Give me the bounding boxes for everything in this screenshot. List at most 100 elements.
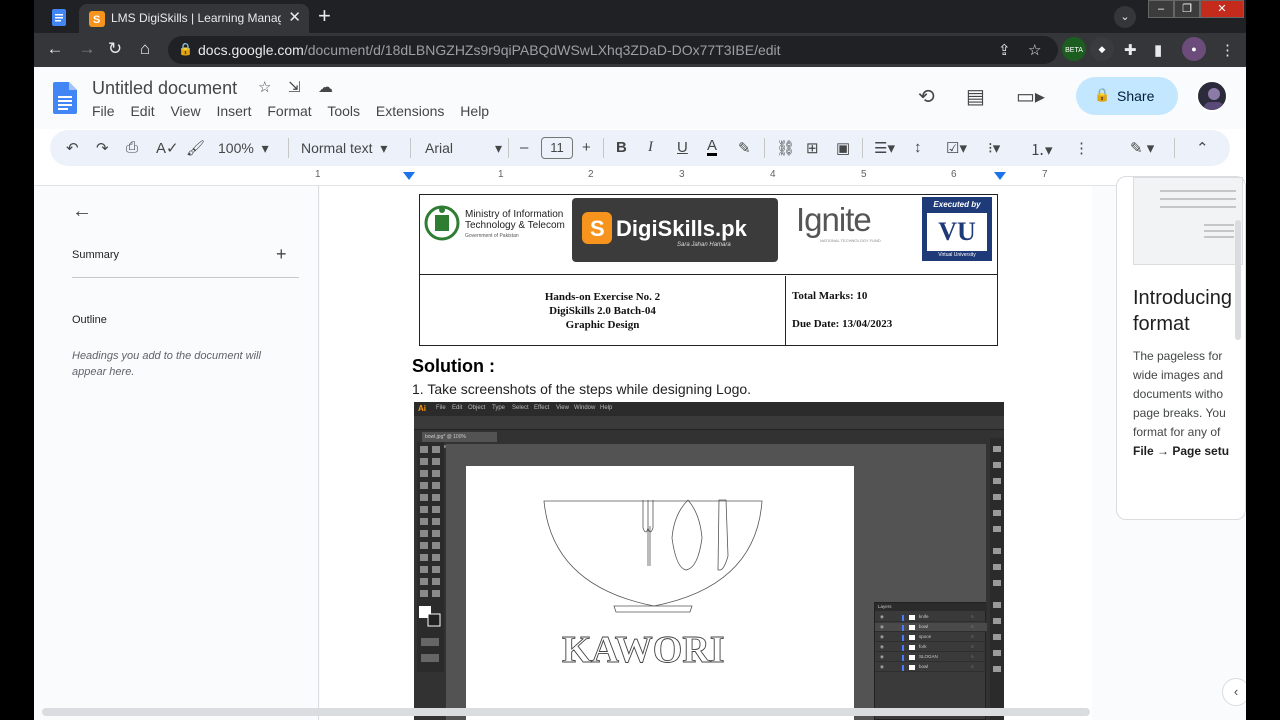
collapse-menus-icon[interactable]: ⌃ xyxy=(1196,139,1209,157)
editing-mode-icon[interactable]: ✎ ▾ xyxy=(1130,139,1154,157)
close-outline-arrow-icon[interactable]: ← xyxy=(72,200,92,223)
layer-color-swatch xyxy=(902,625,904,631)
paint-format-icon[interactable]: 🖌 xyxy=(186,139,205,157)
layers-panel-title: Layers xyxy=(875,603,987,611)
total-marks: Total Marks: 10 xyxy=(792,290,868,302)
numbered-list-icon[interactable]: ⒈▾ xyxy=(1030,139,1053,160)
menu-edit[interactable]: Edit xyxy=(130,103,154,119)
close-window-button[interactable]: ✕ xyxy=(1200,0,1244,18)
align-icon[interactable]: ☰▾ xyxy=(874,139,895,157)
document-page[interactable]: Ministry of Information Technology & Tel… xyxy=(320,186,1092,720)
ruler-number: 5 xyxy=(861,169,867,180)
star-icon[interactable]: ☆ xyxy=(258,78,271,96)
checklist-icon[interactable]: ☑▾ xyxy=(946,139,967,157)
increase-font-icon[interactable]: + xyxy=(582,139,591,156)
illustrator-screenshot[interactable]: Ai File Edit Object Type Select Effect V… xyxy=(414,402,1004,720)
font-size-input[interactable]: 11 xyxy=(541,137,573,159)
expand-side-panel-icon[interactable]: ‹ xyxy=(1222,678,1246,706)
cloud-saved-icon[interactable]: ☁ xyxy=(318,78,333,96)
font-select[interactable]: Arial ▾ xyxy=(425,140,502,157)
ai-layers-panel: Layers ◉ knife ○ ◉ bowl ○ ◉ spoon ○ ◉ fork ○ ◉ SL… xyxy=(874,602,987,720)
left-indent-marker[interactable] xyxy=(403,172,415,180)
browser-tab-active[interactable]: S LMS DigiSkills | Learning Manage ✕ xyxy=(79,4,309,33)
add-comment-icon[interactable]: ⊞ xyxy=(806,139,819,157)
style-select[interactable]: Normal text ▾ xyxy=(301,140,387,157)
ruler-number: 1 xyxy=(315,169,321,180)
ruler[interactable]: 1 1 2 3 4 5 6 7 xyxy=(34,168,1246,186)
spellcheck-icon[interactable]: A✓ xyxy=(156,139,179,157)
preview-lines xyxy=(1160,190,1236,238)
share-label: Share xyxy=(1117,88,1155,104)
ai-menu-item: File xyxy=(436,405,446,411)
insert-link-icon[interactable]: ⛓ xyxy=(776,139,795,157)
google-docs-logo-icon[interactable] xyxy=(53,82,77,114)
extension-color-icon[interactable]: ◆ xyxy=(1090,37,1114,61)
address-bar[interactable]: 🔒 docs.google.com/document/d/18dLBNGZHZs… xyxy=(168,36,1058,64)
bulleted-list-icon[interactable]: ⁝▾ xyxy=(988,139,1000,157)
undo-icon[interactable]: ↶ xyxy=(66,139,79,157)
bookmark-star-icon[interactable]: ☆ xyxy=(1028,41,1041,59)
menu-insert[interactable]: Insert xyxy=(216,103,251,119)
zoom-select[interactable]: 100% ▾ xyxy=(218,140,269,157)
underline-icon[interactable]: U xyxy=(677,139,688,156)
more-options-icon[interactable]: ⋮ xyxy=(1074,139,1089,157)
ai-tools-panel xyxy=(417,442,444,672)
reload-icon[interactable]: ↻ xyxy=(104,39,126,59)
home-icon[interactable]: ⌂ xyxy=(134,39,156,59)
ai-menu-item: Help xyxy=(600,405,613,411)
layer-color-swatch xyxy=(902,615,904,621)
docs-icon[interactable] xyxy=(42,6,78,28)
menu-format[interactable]: Format xyxy=(267,103,311,119)
pageless-format-card: Introducing format The pageless for wide… xyxy=(1116,176,1246,520)
move-folder-icon[interactable]: ⇲ xyxy=(288,78,301,96)
maximize-button[interactable]: ❐ xyxy=(1174,0,1200,18)
bold-icon[interactable]: B xyxy=(616,139,627,156)
share-button[interactable]: 🔒 Share xyxy=(1076,77,1178,115)
text-color-icon[interactable]: A xyxy=(707,138,718,156)
forward-icon[interactable]: → xyxy=(76,39,98,59)
document-title[interactable]: Untitled document xyxy=(92,78,237,99)
back-icon[interactable]: ← xyxy=(44,39,66,59)
exercise-header-table: Ministry of Information Technology & Tel… xyxy=(419,194,998,346)
lock-icon[interactable]: 🔒 xyxy=(178,42,193,56)
digiskills-tagline: Sara Jahan Hamara xyxy=(677,242,731,248)
print-icon[interactable]: ⎙ xyxy=(126,139,138,156)
visibility-icon: ◉ xyxy=(880,634,884,639)
browser-menu-icon[interactable]: ⋮ xyxy=(1220,41,1235,59)
menu-tools[interactable]: Tools xyxy=(327,103,360,119)
redo-icon[interactable]: ↷ xyxy=(96,139,109,157)
horizontal-scrollbar[interactable] xyxy=(42,708,1090,716)
new-tab-button[interactable]: + xyxy=(318,3,331,29)
share-page-icon[interactable]: ⇪ xyxy=(998,41,1011,59)
tab-close-icon[interactable]: ✕ xyxy=(288,8,301,26)
version-history-icon[interactable]: ⟲ xyxy=(918,84,935,109)
menu-help[interactable]: Help xyxy=(460,103,489,119)
right-indent-marker[interactable] xyxy=(994,172,1006,180)
menu-extensions[interactable]: Extensions xyxy=(376,103,444,119)
ruler-number: 6 xyxy=(951,169,957,180)
tab-search-icon[interactable]: ⌄ xyxy=(1114,6,1136,28)
minimize-button[interactable]: – xyxy=(1148,0,1174,18)
menu-view[interactable]: View xyxy=(170,103,200,119)
meet-camera-icon[interactable]: ▭▸ xyxy=(1016,84,1045,109)
comments-icon[interactable]: ▤ xyxy=(966,84,985,109)
layer-thumbnail xyxy=(909,665,915,670)
account-avatar[interactable] xyxy=(1196,80,1228,112)
visibility-icon: ◉ xyxy=(880,614,884,619)
ministry-name: Ministry of Information Technology & Tel… xyxy=(465,209,565,231)
extension-beta-icon[interactable]: BETA xyxy=(1062,37,1086,61)
vertical-scrollbar[interactable] xyxy=(1235,220,1241,340)
side-panel-icon[interactable]: ▮ xyxy=(1154,41,1162,59)
page-setup-link[interactable]: File → Page setu xyxy=(1133,444,1229,458)
profile-avatar[interactable]: ● xyxy=(1182,37,1206,61)
line-spacing-icon[interactable]: ↕ xyxy=(914,139,922,156)
italic-icon[interactable]: I xyxy=(648,139,653,156)
extensions-puzzle-icon[interactable]: ✚ xyxy=(1124,41,1137,59)
kawori-logo-text: KAWORI xyxy=(562,629,725,671)
insert-image-icon[interactable]: ▣ xyxy=(836,139,850,157)
target-icon: ○ xyxy=(971,634,974,639)
add-summary-icon[interactable]: + xyxy=(276,244,287,265)
menu-file[interactable]: File xyxy=(92,103,115,119)
decrease-font-icon[interactable]: – xyxy=(520,139,528,156)
highlight-icon[interactable]: ✎ xyxy=(738,139,751,157)
